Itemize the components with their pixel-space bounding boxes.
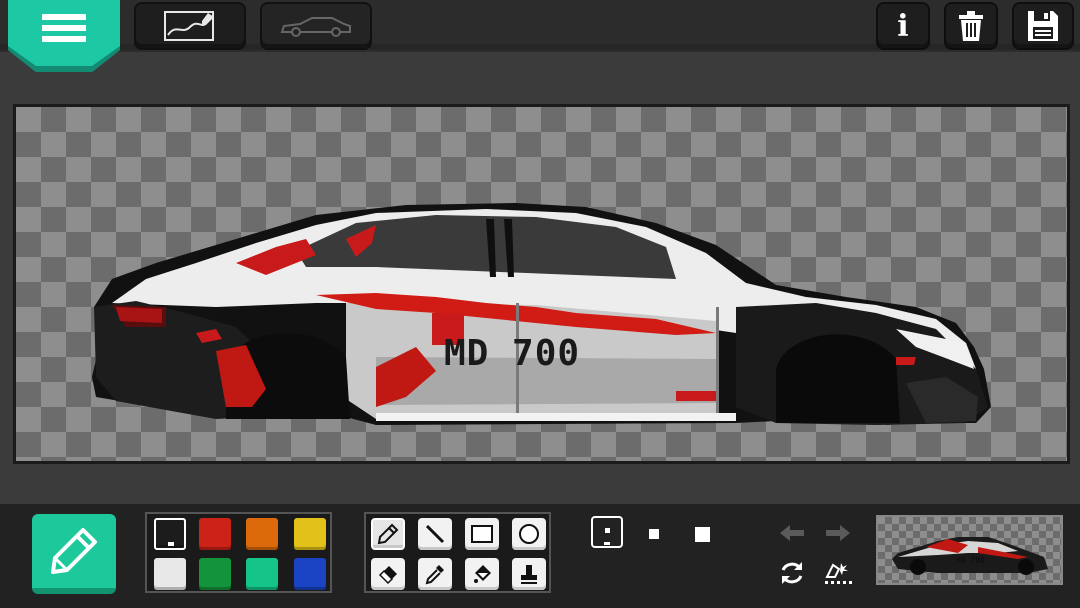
info-button[interactable]: i <box>876 2 930 50</box>
brush-dot-large-icon <box>694 526 710 542</box>
preview-thumbnail[interactable]: MD 700 <box>876 515 1063 585</box>
decal-text: MD 700 <box>444 333 580 374</box>
undo-button[interactable] <box>774 518 810 548</box>
tab-car-outline[interactable] <box>260 2 372 50</box>
tab-paint[interactable] <box>134 2 246 50</box>
circle-tool[interactable] <box>512 518 546 550</box>
eraser-icon <box>378 566 397 585</box>
clear-pixels-button[interactable] <box>820 556 856 590</box>
brush-dot-small-icon <box>605 528 610 533</box>
line-icon <box>425 524 445 544</box>
stamp-icon <box>521 565 537 584</box>
fill-tool[interactable] <box>465 558 499 590</box>
redo-button[interactable] <box>820 518 856 548</box>
trash-icon <box>959 11 983 41</box>
circle-icon <box>519 524 539 544</box>
save-button[interactable] <box>1012 2 1074 50</box>
car-livery-artwork: MD 700 <box>92 203 991 425</box>
brush-size-medium[interactable] <box>640 520 668 548</box>
draw-mode-button[interactable] <box>32 514 116 594</box>
preview-decal-text: MD 700 <box>956 556 985 565</box>
color-swatch-blue[interactable] <box>294 558 326 590</box>
color-palette <box>145 512 332 593</box>
rectangle-tool[interactable] <box>465 518 499 550</box>
pencil-icon <box>377 523 399 545</box>
color-swatch-red[interactable] <box>199 518 231 550</box>
rotate-button[interactable] <box>774 556 810 590</box>
car-silhouette-icon <box>280 17 351 37</box>
floppy-disk-icon <box>1028 11 1058 41</box>
line-tool[interactable] <box>418 518 452 550</box>
brush-dot-medium-icon <box>649 529 659 539</box>
rectangle-icon <box>471 525 493 543</box>
drawing-canvas[interactable]: MD 700 <box>16 107 1067 461</box>
pixel-car-editor: i MD 700 MD 700 <box>0 0 1080 608</box>
color-swatch-white[interactable] <box>154 558 186 590</box>
brush-size-large[interactable] <box>686 518 718 550</box>
color-swatch-yellow[interactable] <box>294 518 326 550</box>
selected-indicator-icon <box>604 542 610 545</box>
car-preview-image: MD 700 <box>892 537 1048 575</box>
brush-size-small[interactable] <box>591 516 623 548</box>
color-swatch-orange[interactable] <box>246 518 278 550</box>
pencil-icon <box>51 528 97 574</box>
sparkle-erase-icon <box>825 563 852 584</box>
delete-button[interactable] <box>944 2 998 50</box>
rotate-icon <box>781 562 803 584</box>
undo-icon <box>780 525 804 541</box>
menu-button[interactable] <box>8 0 120 72</box>
canvas-frame: MD 700 <box>13 104 1070 464</box>
color-swatch-black[interactable] <box>154 518 186 550</box>
pencil-tool[interactable] <box>371 518 405 550</box>
tool-panel <box>364 512 551 593</box>
eyedropper-tool[interactable] <box>418 558 452 590</box>
eyedropper-icon <box>425 565 444 585</box>
stamp-tool[interactable] <box>512 558 546 590</box>
info-icon: i <box>897 8 909 44</box>
pencil-drawing-icon <box>164 11 214 41</box>
color-swatch-green[interactable] <box>199 558 231 590</box>
eraser-tool[interactable] <box>371 558 405 590</box>
fill-icon <box>474 565 491 583</box>
color-swatch-teal[interactable] <box>246 558 278 590</box>
selected-indicator-icon <box>168 542 174 546</box>
redo-icon <box>826 525 850 541</box>
hamburger-menu-icon <box>8 0 120 72</box>
